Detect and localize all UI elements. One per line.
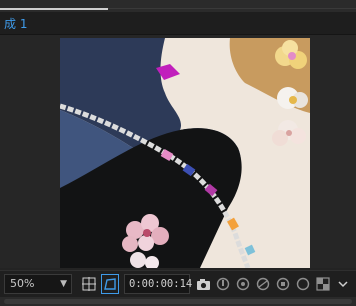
current-time-display[interactable]: 0:00:00:14 <box>124 274 192 294</box>
viewer-toolbar: 50% ▼ 0:00:00:14 <box>0 270 356 297</box>
resolution-icon[interactable] <box>274 274 292 294</box>
jewelry-artwork <box>60 38 310 268</box>
panel-active-indicator <box>0 8 108 10</box>
horizontal-scrollbar[interactable] <box>4 299 352 304</box>
magnification-dropdown[interactable]: 50% ▼ <box>4 274 72 294</box>
zoom-dropdown-caret[interactable]: ▼ <box>60 275 67 293</box>
composition-canvas[interactable] <box>60 38 310 268</box>
panel-top-strip <box>0 0 356 12</box>
chevron-down-icon[interactable] <box>334 274 352 294</box>
transparency-grid-icon[interactable] <box>314 274 332 294</box>
magnification-value: 50% <box>10 277 35 290</box>
channel-icon[interactable] <box>234 274 252 294</box>
color-management-icon[interactable] <box>254 274 272 294</box>
mask-path-visibility-icon[interactable] <box>101 274 119 294</box>
region-of-interest-icon[interactable] <box>294 274 312 294</box>
viewer-scrollbar-area <box>0 297 356 306</box>
panel-divider <box>108 8 356 9</box>
composition-tab-bar: 成 1 <box>0 12 356 35</box>
tab-composition-1[interactable]: 成 1 <box>0 14 64 34</box>
composition-viewer[interactable] <box>0 35 356 268</box>
show-snapshot-icon[interactable] <box>214 274 232 294</box>
snapshot-camera-icon[interactable] <box>194 274 212 294</box>
grid-guides-icon[interactable] <box>80 274 98 294</box>
